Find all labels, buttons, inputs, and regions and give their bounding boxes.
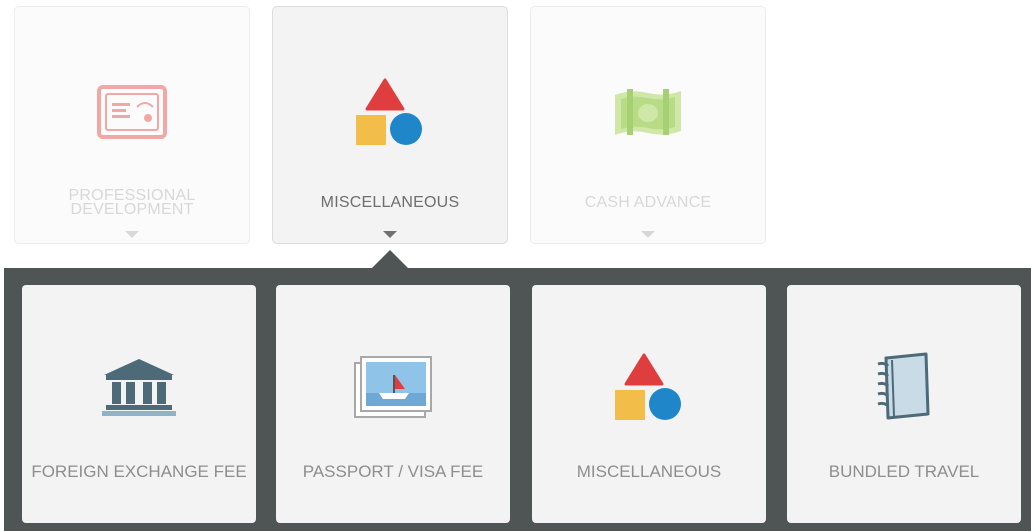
chevron-down-icon <box>125 231 139 238</box>
category-card-cash-advance[interactable]: CASH ADVANCE <box>530 6 766 244</box>
subcategory-card-passport-visa-fee[interactable]: PASSPORT / VISA FEE <box>276 285 510 523</box>
category-label: PROFESSIONAL DEVELOPMENT <box>68 187 196 218</box>
subcategory-label: BUNDLED TRAVEL <box>828 461 980 481</box>
cash-icon <box>531 72 765 152</box>
subcategory-card-bundled-travel[interactable]: BUNDLED TRAVEL <box>787 285 1021 523</box>
shapes-icon <box>532 347 766 427</box>
category-card-miscellaneous[interactable]: MISCELLANEOUS <box>272 6 508 244</box>
subcategory-card-foreign-exchange-fee[interactable]: FOREIGN EXCHANGE FEE <box>22 285 256 523</box>
passport-photo-icon <box>276 347 510 427</box>
subcategory-label: FOREIGN EXCHANGE FEE <box>31 461 247 481</box>
panel-pointer <box>371 250 409 269</box>
shapes-icon <box>273 72 507 152</box>
notebook-icon <box>787 347 1021 427</box>
chevron-down-icon <box>641 231 655 238</box>
subcategory-label: PASSPORT / VISA FEE <box>302 461 484 481</box>
certificate-icon <box>15 72 249 152</box>
category-card-professional-development[interactable]: PROFESSIONAL DEVELOPMENT <box>14 6 250 244</box>
subcategory-card-miscellaneous[interactable]: MISCELLANEOUS <box>532 285 766 523</box>
subcategory-label: MISCELLANEOUS <box>576 461 722 481</box>
chevron-down-icon <box>383 231 397 238</box>
category-label: MISCELLANEOUS <box>320 194 460 211</box>
bank-icon <box>22 347 256 427</box>
category-label: CASH ADVANCE <box>584 194 712 211</box>
